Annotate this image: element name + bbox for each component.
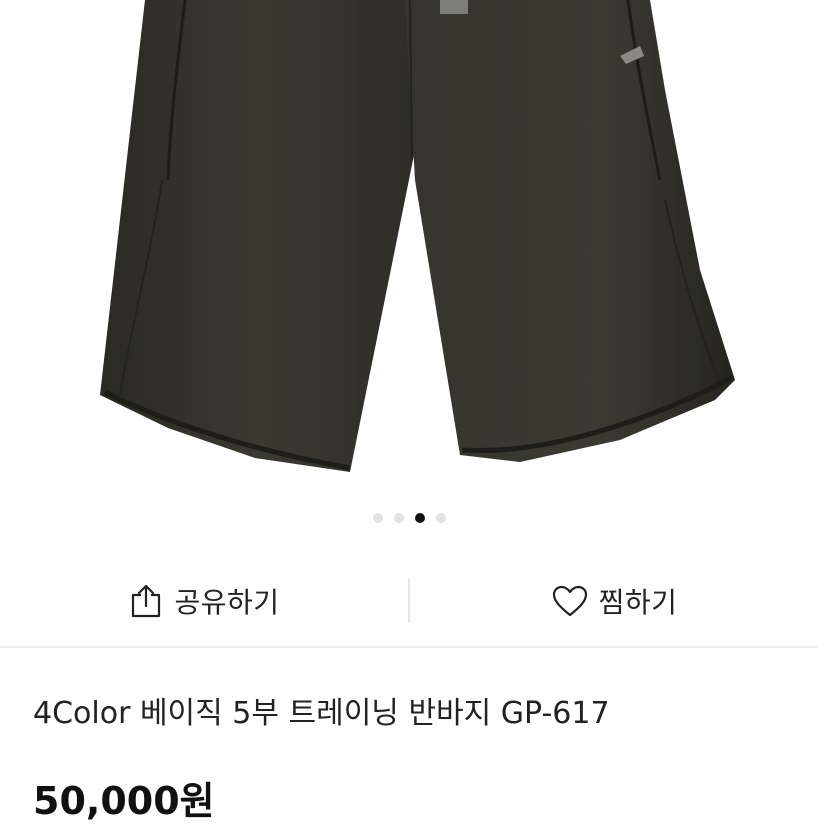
carousel-dot[interactable] xyxy=(393,513,404,523)
wish-label: 찜하기 xyxy=(598,586,678,619)
share-icon xyxy=(132,584,161,618)
section-divider xyxy=(0,646,818,648)
carousel-dot[interactable] xyxy=(435,513,446,523)
carousel-dot[interactable] xyxy=(372,513,383,523)
product-image-carousel[interactable] xyxy=(0,0,818,545)
share-label: 공유하기 xyxy=(174,586,280,619)
share-button[interactable]: 공유하기 xyxy=(0,557,408,645)
product-price: 50,000원 xyxy=(33,779,215,823)
product-title: 4Color 베이직 5부 트레이닝 반바지 GP-617 xyxy=(33,696,610,731)
product-image xyxy=(100,0,735,472)
heart-icon xyxy=(552,585,587,617)
carousel-dot-active[interactable] xyxy=(414,513,425,523)
action-bar: 공유하기 찜하기 xyxy=(0,557,818,645)
carousel-indicator xyxy=(0,511,818,525)
wish-button[interactable]: 찜하기 xyxy=(410,557,818,645)
